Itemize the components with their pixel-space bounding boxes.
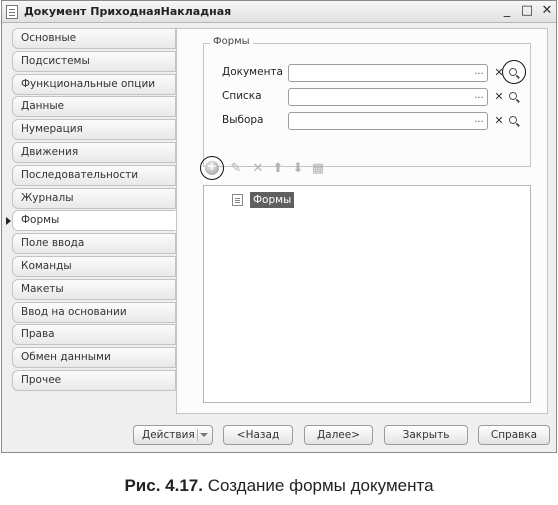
tab-obmen-dannymi[interactable]: Обмен данными [12,347,176,369]
tab-osnovnye[interactable]: Основные [12,28,176,49]
open-button[interactable] [507,113,521,129]
forms-group: Формы Документа ... ✕ Списка ... ✕ Выбор… [203,36,531,167]
field-label: Списка [222,90,262,102]
list-form-field[interactable]: ... [288,88,488,106]
document-window: Документ ПриходнаяНакладная _ □ ✕ Основн… [1,0,557,453]
tab-label: Нумерация [21,123,83,136]
move-down-icon[interactable]: ⬇ [291,162,305,176]
close-window-button[interactable]: ✕ [539,3,555,19]
forms-panel: Формы Документа ... ✕ Списка ... ✕ Выбор… [176,28,548,414]
minimize-button[interactable]: _ [499,3,515,19]
field-label: Выбора [222,114,264,126]
close-button[interactable]: Закрыть [384,425,468,445]
tab-label: Обмен данными [21,351,111,364]
help-button[interactable]: Справка [478,425,550,445]
tab-label: Данные [21,100,65,113]
window-title: Документ ПриходнаяНакладная [24,5,232,18]
highlight-circle [502,60,526,84]
tab-zhurnaly[interactable]: Журналы [12,187,176,209]
active-arrow-icon [6,217,11,226]
tab-podsistemy[interactable]: Подсистемы [12,50,176,72]
button-bar: Действия <Назад Далее> Закрыть Справка [2,418,556,448]
tab-makety[interactable]: Макеты [12,278,176,300]
tab-list: Основные Подсистемы Функциональные опции… [6,28,176,393]
back-button[interactable]: <Назад [223,425,293,445]
properties-icon[interactable]: ▦ [311,162,325,176]
group-legend: Формы [210,36,253,47]
actions-label: Действия [142,429,195,441]
tab-prava[interactable]: Права [12,324,176,346]
tab-komandy[interactable]: Команды [12,255,176,277]
clear-icon[interactable]: ✕ [493,89,505,105]
actions-button[interactable]: Действия [133,425,213,445]
tab-label: Движения [21,145,79,158]
search-icon [509,116,517,124]
chevron-down-icon [200,433,208,437]
tab-label: Функциональные опции [21,77,156,90]
maximize-button[interactable]: □ [519,3,535,19]
choice-form-field[interactable]: ... [288,112,488,130]
forms-tree[interactable]: Формы [203,185,531,403]
tab-dannye[interactable]: Данные [12,96,176,118]
move-up-icon[interactable]: ⬆ [271,162,285,176]
figure-caption: Рис. 4.17. Создание формы документа [0,476,558,496]
highlight-circle [200,156,224,180]
tab-vvod-na-osnovanii[interactable]: Ввод на основании [12,301,176,323]
tab-label: Ввод на основании [21,305,127,318]
tab-label: Журналы [21,191,74,204]
tab-posledovatelnosti[interactable]: Последовательности [12,164,176,186]
tab-label: Подсистемы [21,54,90,67]
figure-text: Создание формы документа [207,476,434,495]
form-icon [232,194,243,206]
edit-icon[interactable]: ✎ [229,162,243,176]
choose-button[interactable]: ... [472,114,486,128]
next-button[interactable]: Далее> [304,425,373,445]
document-icon [6,5,18,19]
tab-dvizheniya[interactable]: Движения [12,141,176,163]
divider [197,429,198,441]
tab-prochee[interactable]: Прочее [12,369,176,391]
choose-button[interactable]: ... [472,66,486,80]
tab-label: Формы [21,214,60,227]
search-icon [509,92,517,100]
tab-label: Команды [21,259,72,272]
tab-formy[interactable]: Формы [6,210,176,232]
choose-button[interactable]: ... [472,90,486,104]
delete-icon[interactable]: ✕ [251,162,265,176]
tab-funktsionalnye-optsii[interactable]: Функциональные опции [12,73,176,95]
tab-label: Последовательности [21,168,139,181]
tab-pole-vvoda[interactable]: Поле ввода [12,233,176,255]
tree-item-label: Формы [250,192,295,208]
field-label: Документа [222,66,283,78]
tab-numeratsiya[interactable]: Нумерация [12,119,176,141]
tab-label: Права [21,328,55,341]
title-bar[interactable]: Документ ПриходнаяНакладная _ □ ✕ [2,1,556,23]
document-form-field[interactable]: ... [288,64,488,82]
tab-label: Основные [21,32,77,44]
open-button[interactable] [507,89,521,105]
tab-label: Макеты [21,282,64,295]
figure-number: Рис. 4.17. [124,476,203,495]
clear-icon[interactable]: ✕ [493,113,505,129]
tab-label: Поле ввода [21,237,85,250]
tab-label: Прочее [21,373,62,386]
